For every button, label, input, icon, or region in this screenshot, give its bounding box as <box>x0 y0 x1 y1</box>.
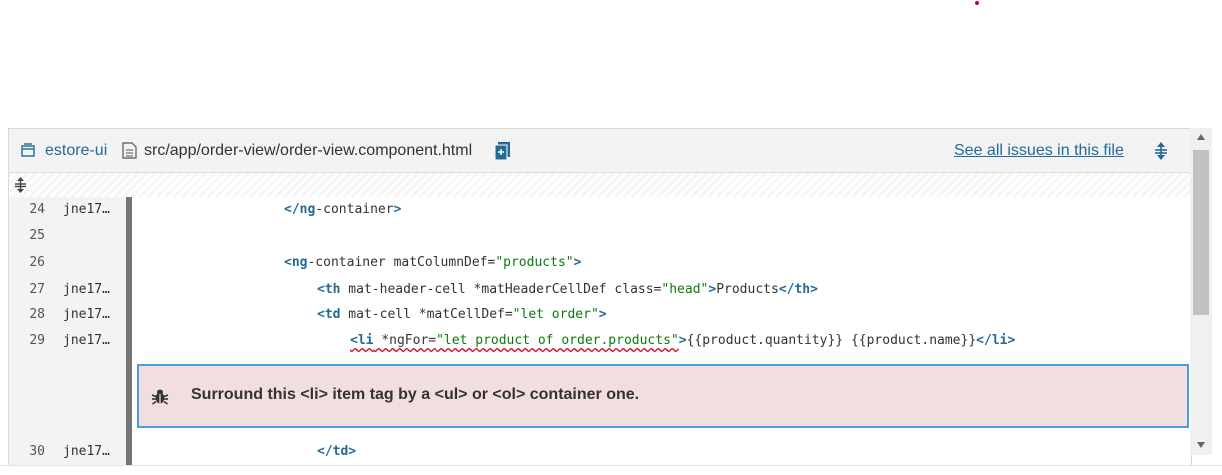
line-author[interactable]: jne17… <box>63 277 110 303</box>
vertical-scrollbar[interactable] <box>1190 128 1212 455</box>
copy-path-icon[interactable] <box>495 142 510 160</box>
file-icon <box>122 142 137 159</box>
line-code: <td mat-cell *matCellDef="let order"> <box>317 307 607 322</box>
status-dot <box>975 1 979 5</box>
scrollbar-thumb[interactable] <box>1193 150 1209 315</box>
code-line: 28 jne17… <td mat-cell *matCellDef="let … <box>9 302 1191 328</box>
see-all-issues-link[interactable]: See all issues in this file <box>954 141 1124 161</box>
expand-icon[interactable] <box>1154 141 1168 161</box>
issue-location[interactable]: <li *ngFor="let product of order.product… <box>350 333 679 348</box>
line-number[interactable]: 25 <box>9 223 45 249</box>
bug-icon <box>151 389 169 405</box>
code-line: 25 <box>9 223 1191 249</box>
code-viewer: estore-ui src/app/order-view/order-view.… <box>8 128 1192 466</box>
line-code: </td> <box>317 444 357 459</box>
line-author[interactable]: jne17… <box>63 302 110 328</box>
line-number[interactable]: 30 <box>9 439 45 465</box>
bottom-divider <box>0 465 1222 466</box>
line-code: <th mat-header-cell *matHeaderCellDef cl… <box>317 282 818 297</box>
project-icon <box>21 143 35 157</box>
code-line: 27 jne17… <th mat-header-cell *matHeader… <box>9 277 1191 303</box>
code-line: 26 <ng-container matColumnDef="products"… <box>9 250 1191 276</box>
line-code: <ng-container matColumnDef="products"> <box>284 255 582 270</box>
code-line: 30 jne17… </td> <box>9 439 1191 465</box>
line-author[interactable]: jne17… <box>63 328 110 354</box>
line-number[interactable]: 27 <box>9 277 45 303</box>
file-header: estore-ui src/app/order-view/order-view.… <box>9 129 1191 173</box>
expand-lines-strip[interactable] <box>9 173 1191 197</box>
line-code: </ng-container> <box>284 202 402 217</box>
line-number[interactable]: 28 <box>9 302 45 328</box>
code-line: 24 jne17… </ng-container> <box>9 197 1191 223</box>
line-number[interactable]: 24 <box>9 197 45 223</box>
issue-message[interactable]: Surround this <li> item tag by a <ul> or… <box>191 386 639 404</box>
project-link[interactable]: estore-ui <box>45 141 107 161</box>
line-number[interactable]: 26 <box>9 250 45 276</box>
line-author[interactable]: jne17… <box>63 439 110 465</box>
line-number[interactable]: 29 <box>9 328 45 354</box>
issue-box[interactable]: Surround this <li> item tag by a <ul> or… <box>137 364 1189 428</box>
file-path: src/app/order-view/order-view.component.… <box>144 142 473 159</box>
line-author[interactable]: jne17… <box>63 197 110 223</box>
scroll-down-icon[interactable] <box>1197 442 1205 448</box>
scroll-up-icon[interactable] <box>1197 134 1205 140</box>
expand-lines-icon[interactable] <box>14 176 27 194</box>
code-line: 29 jne17… <li *ngFor="let product of ord… <box>9 328 1191 354</box>
line-code: <li *ngFor="let product of order.product… <box>350 333 1016 348</box>
